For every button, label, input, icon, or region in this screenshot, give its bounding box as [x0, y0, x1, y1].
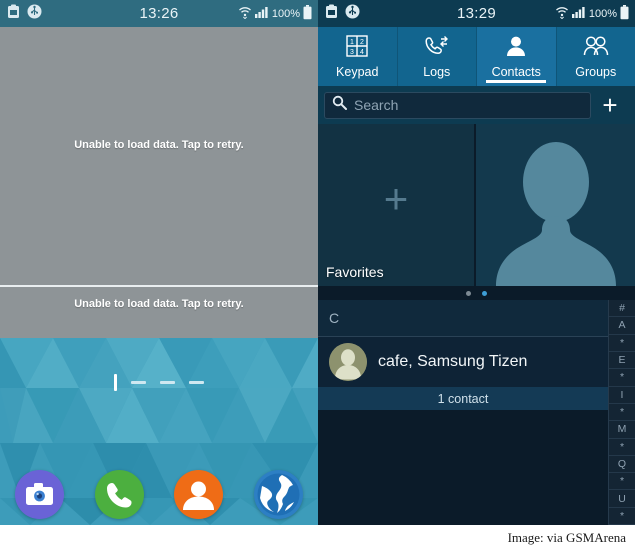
left-phone-screen: 13:26 100% Unable to load data. Tap to r… [0, 0, 318, 525]
section-header-letter: C [329, 310, 340, 326]
widget-divider [0, 285, 318, 287]
avatar [329, 343, 367, 381]
search-row: Search + [318, 86, 635, 124]
contact-name: cafe, Samsung Tizen [378, 353, 528, 370]
favorites-label: Favorites [326, 264, 384, 280]
index-letter[interactable]: * [609, 508, 635, 525]
right-status-bar: 13:29 100% [318, 0, 635, 27]
page-dot-2[interactable] [482, 290, 487, 296]
battery-icon [303, 4, 312, 23]
svg-text:3: 3 [350, 49, 354, 56]
camera-app-icon[interactable] [15, 469, 65, 519]
page-indicator-dot-2[interactable] [131, 381, 146, 384]
index-letter[interactable]: A [609, 317, 635, 335]
add-contact-button[interactable]: + [591, 90, 629, 120]
image-credit: Image: via GSMArena [507, 529, 626, 545]
svg-text:2: 2 [360, 39, 364, 46]
svg-text:1: 1 [350, 39, 354, 46]
plus-icon: + [383, 174, 409, 222]
wifi-icon [238, 5, 252, 22]
search-placeholder: Search [354, 97, 399, 113]
widget-error-message-2[interactable]: Unable to load data. Tap to retry. [0, 298, 318, 310]
search-input[interactable]: Search [324, 91, 591, 119]
person-silhouette-icon [476, 124, 635, 286]
tab-label-groups: Groups [575, 64, 617, 79]
tab-groups[interactable]: Groups [557, 27, 635, 86]
contacts-tab-bar: 1234 Keypad Logs Contacts Groups [318, 27, 635, 86]
index-letter[interactable]: M [609, 421, 635, 439]
right-status-right-icons: 100% [555, 4, 629, 23]
search-icon [332, 95, 347, 115]
right-phone-screen: 13:29 100% 1234 Keypad Logs Contacts Gro… [318, 0, 635, 525]
tab-logs[interactable]: Logs [398, 27, 477, 86]
favorites-page-dots[interactable] [318, 286, 635, 300]
index-letter[interactable]: # [609, 300, 635, 318]
group-icon [583, 35, 609, 62]
tab-keypad[interactable]: 1234 Keypad [318, 27, 398, 86]
person-icon [505, 35, 527, 62]
left-status-right-icons: 100% [238, 4, 312, 23]
browser-app-icon[interactable] [253, 469, 303, 519]
page-indicator-active[interactable] [114, 374, 117, 391]
contact-section-header: C [318, 300, 608, 337]
index-letter[interactable]: Q [609, 456, 635, 474]
tab-contacts[interactable]: Contacts [477, 27, 557, 86]
signal-icon [571, 6, 586, 21]
home-dock [0, 463, 318, 525]
tab-label-contacts: Contacts [491, 64, 541, 79]
home-page-indicator[interactable] [0, 374, 318, 391]
index-letter[interactable]: * [609, 473, 635, 491]
index-letter[interactable]: E [609, 352, 635, 370]
battery-percent-label: 100% [271, 7, 300, 20]
keypad-icon: 1234 [346, 34, 368, 62]
favorites-add-tile[interactable]: + Favorites [318, 124, 476, 286]
index-letter[interactable]: * [609, 335, 635, 352]
image-caption-bar: Image: via GSMArena [0, 525, 635, 550]
svg-text:4: 4 [360, 49, 364, 56]
index-letter[interactable]: I [609, 387, 635, 404]
signal-icon [254, 6, 269, 21]
contact-list-empty-area [318, 410, 608, 525]
battery-icon [620, 4, 629, 23]
favorites-strip: + Favorites [318, 124, 635, 286]
home-widget-area[interactable]: Unable to load data. Tap to retry. Unabl… [0, 27, 318, 338]
tab-label-keypad: Keypad [336, 64, 379, 79]
call-logs-icon [425, 35, 449, 62]
page-dot-1[interactable] [466, 290, 471, 296]
contact-list-item[interactable]: cafe, Samsung Tizen [318, 337, 608, 387]
alphabet-index-strip[interactable]: # A * E * I * M * Q * U * [608, 300, 635, 525]
tab-active-underline [486, 80, 547, 83]
contact-count-bar: 1 contact [318, 387, 608, 410]
favorite-contact-photo-tile[interactable] [476, 124, 635, 286]
widget-error-message-1[interactable]: Unable to load data. Tap to retry. [0, 139, 318, 151]
index-letter[interactable]: * [609, 439, 635, 456]
index-letter[interactable]: U [609, 490, 635, 508]
battery-percent-label: 100% [588, 7, 617, 20]
contacts-app-icon[interactable] [174, 469, 224, 519]
page-indicator-dot-3[interactable] [160, 381, 175, 384]
tab-label-logs: Logs [423, 64, 451, 79]
index-letter[interactable]: * [609, 404, 635, 422]
phone-app-icon[interactable] [94, 469, 144, 519]
index-letter[interactable]: * [609, 369, 635, 387]
page-indicator-dot-4[interactable] [189, 381, 204, 384]
screenshot-stage: 13:26 100% Unable to load data. Tap to r… [0, 0, 635, 550]
left-status-bar: 13:26 100% [0, 0, 318, 27]
contact-count-label: 1 contact [437, 391, 489, 406]
wifi-icon [555, 5, 569, 22]
